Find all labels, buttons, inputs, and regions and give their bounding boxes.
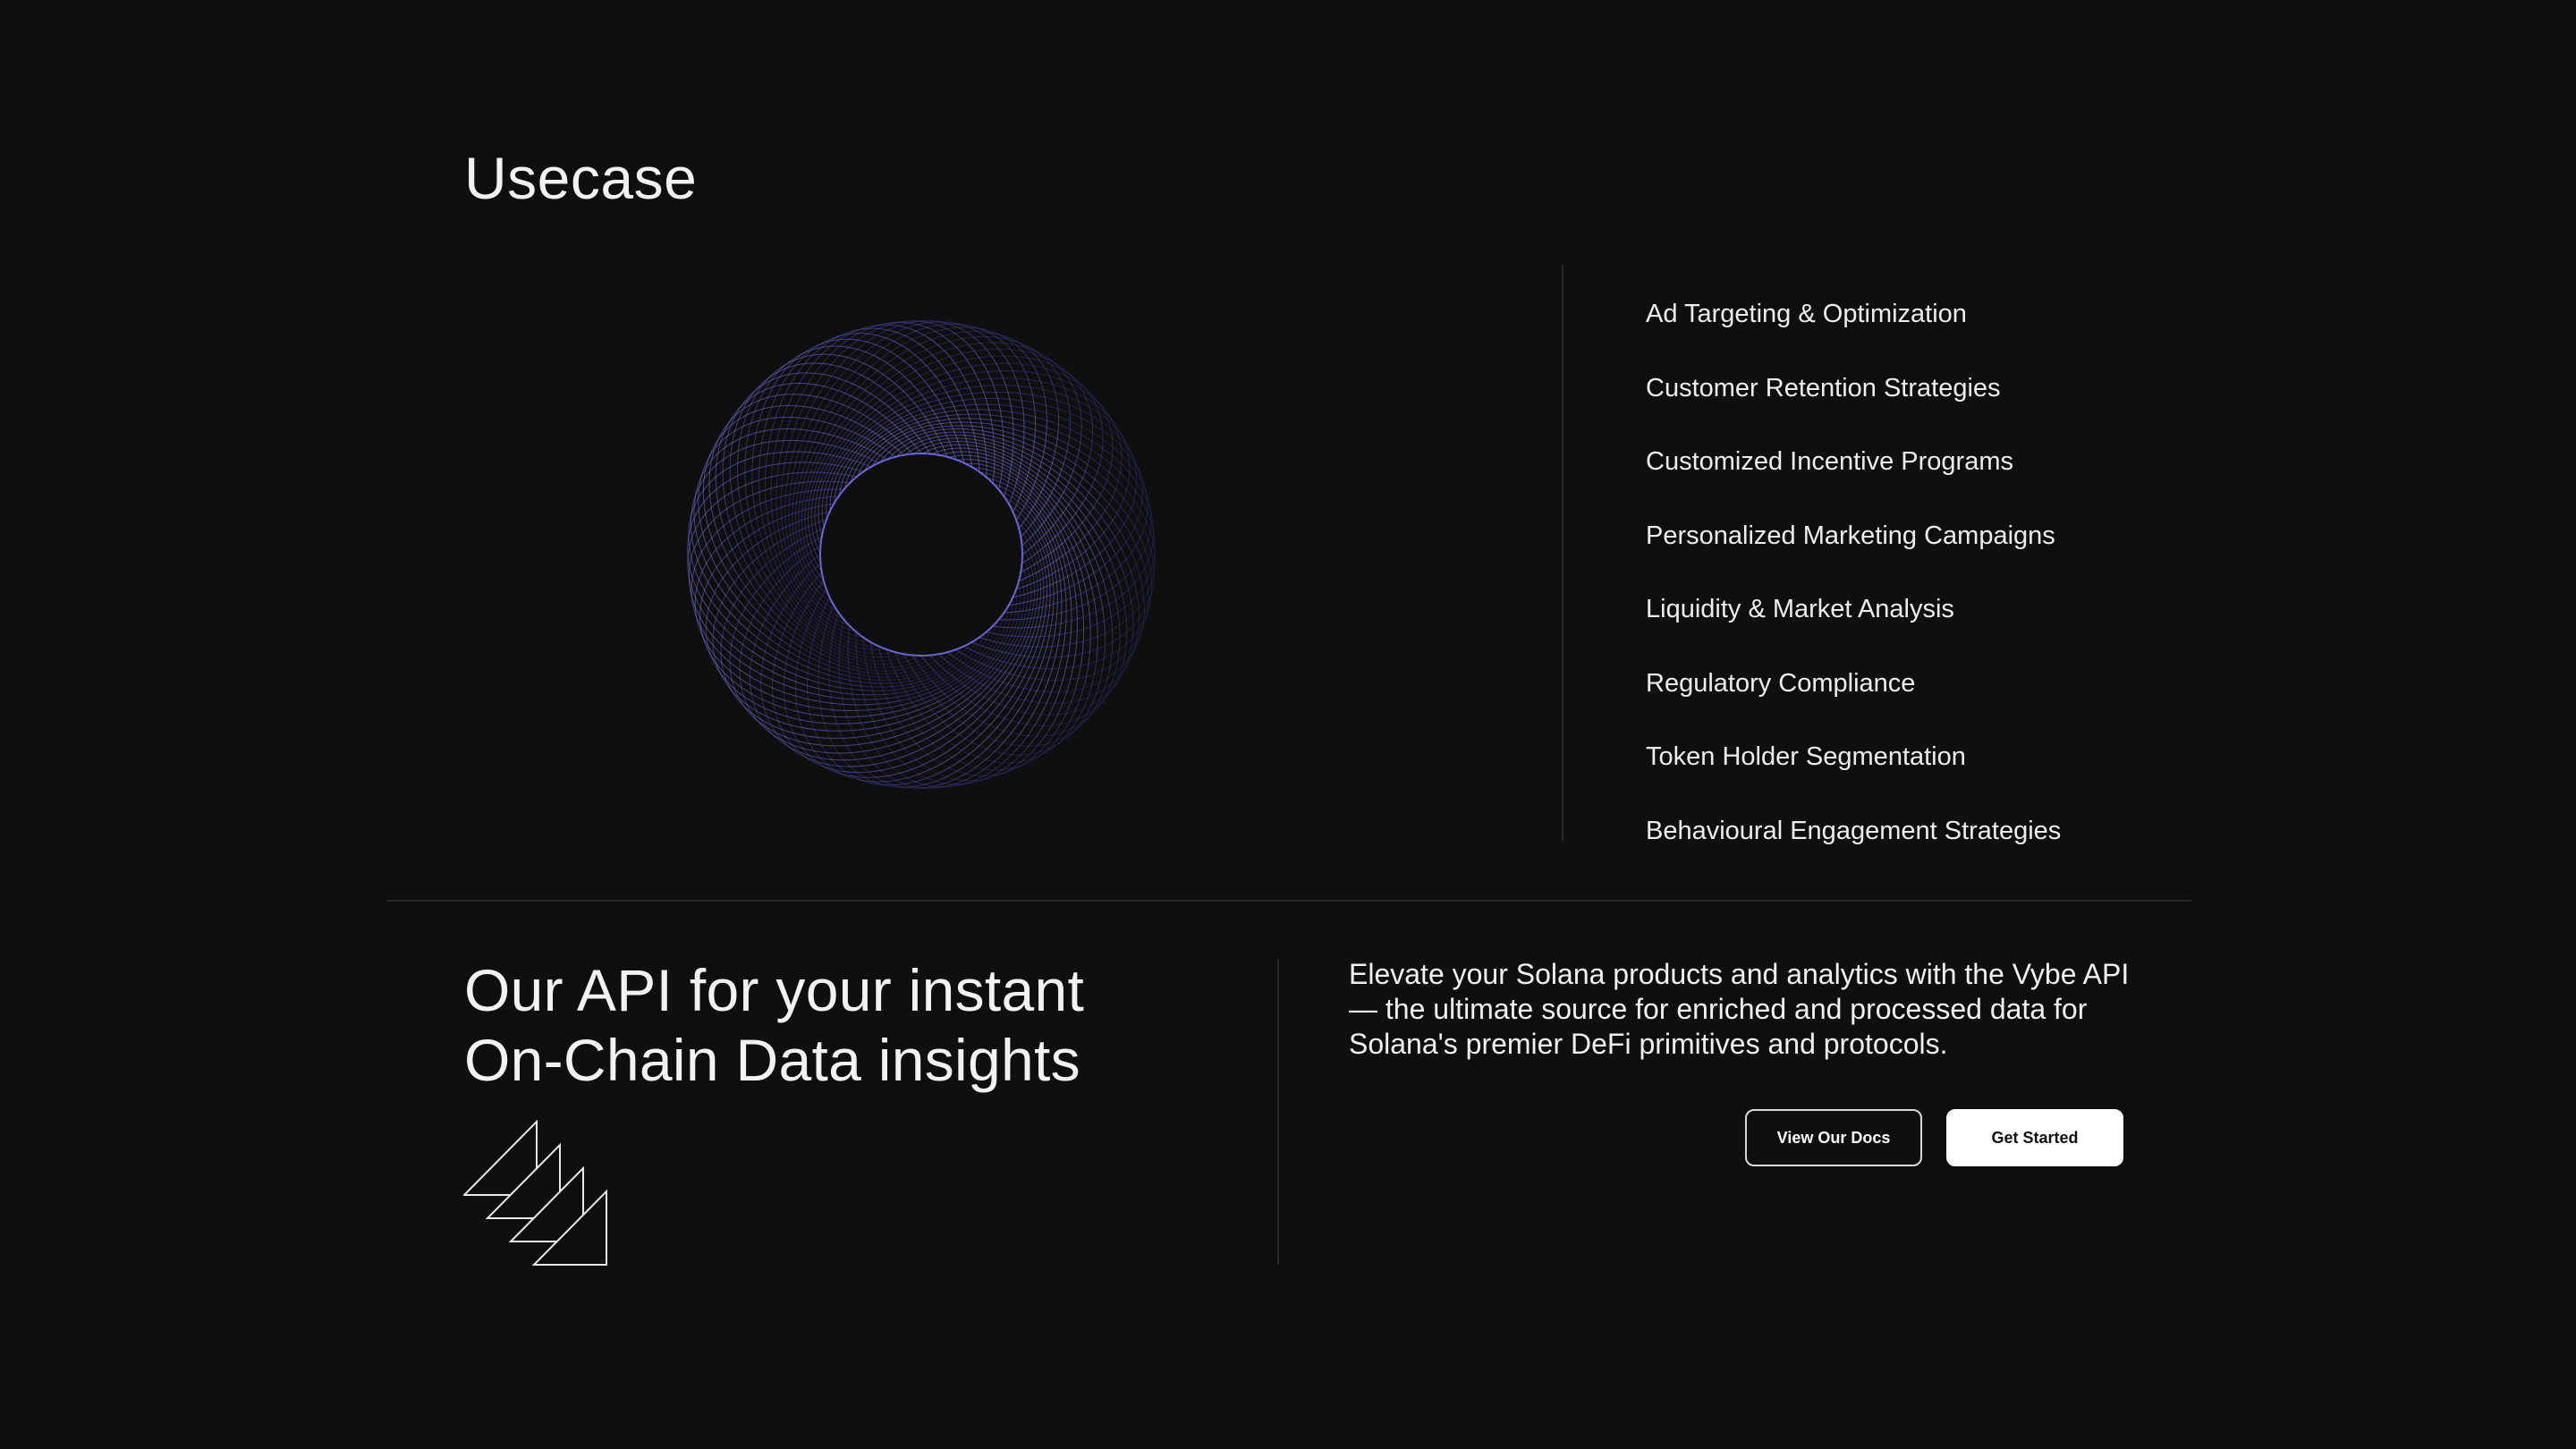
spirograph-graphic [687, 320, 1156, 789]
usecase-item: Behavioural Engagement Strategies [1646, 816, 2062, 845]
api-description: Elevate your Solana products and analyti… [1349, 958, 2130, 1060]
usecase-item: Ad Targeting & Optimization [1646, 300, 1967, 328]
usecase-title: Usecase [464, 145, 698, 211]
usecase-item: Customized Incentive Programs [1646, 447, 2013, 476]
section-divider [386, 900, 2191, 902]
api-divider [1277, 959, 1279, 1265]
usecase-item: Customer Retention Strategies [1646, 373, 2001, 402]
usecase-item: Liquidity & Market Analysis [1646, 595, 1954, 623]
api-title-line2: On-Chain Data insights [464, 1027, 1080, 1093]
view-docs-button[interactable]: View Our Docs [1745, 1109, 1922, 1166]
get-started-button[interactable]: Get Started [1946, 1109, 2123, 1166]
stacked-triangles-icon [463, 1119, 607, 1266]
api-title: Our API for your instant On-Chain Data i… [464, 955, 1084, 1095]
usecase-list: Ad Targeting & Optimization Customer Ret… [1646, 277, 2061, 868]
usecase-item: Token Holder Segmentation [1646, 742, 1966, 771]
usecase-item: Regulatory Compliance [1646, 668, 1916, 698]
usecase-divider [1562, 265, 1563, 841]
api-title-line1: Our API for your instant [464, 957, 1085, 1023]
usecase-section: Usecase Ad Targeting & Optimization Cust… [0, 0, 2576, 1449]
usecase-item: Personalized Marketing Campaigns [1646, 521, 2055, 550]
